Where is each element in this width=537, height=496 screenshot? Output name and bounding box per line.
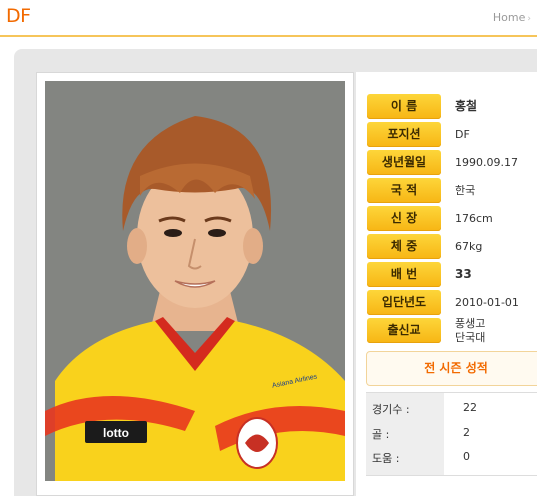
stat-value-games: 22 bbox=[463, 401, 477, 414]
title-divider bbox=[0, 35, 537, 37]
info-label: 생년월일 bbox=[367, 150, 441, 175]
info-value: 홍철 bbox=[455, 99, 478, 113]
info-value: 한국 bbox=[455, 184, 476, 197]
page-title: DF bbox=[6, 5, 31, 27]
info-label: 포지션 bbox=[367, 122, 441, 147]
info-label: 체 중 bbox=[367, 234, 441, 259]
player-photo: lotto Asiana Airlines bbox=[45, 81, 345, 481]
stat-label-games: 경기수 : bbox=[372, 403, 410, 416]
info-row-birthdate: 생년월일 1990.09.17 bbox=[367, 150, 537, 175]
stat-label-goals: 골 : bbox=[372, 428, 390, 441]
info-value: DF bbox=[455, 128, 470, 141]
info-label: 입단년도 bbox=[367, 290, 441, 315]
chevron-right-icon: › bbox=[527, 14, 531, 24]
info-row-position: 포지션 DF bbox=[367, 122, 537, 147]
info-row-height: 신 장 176cm bbox=[367, 206, 537, 231]
info-label: 출신교 bbox=[367, 318, 441, 343]
info-row-nationality: 국 적 한국 bbox=[367, 178, 537, 203]
info-row-name: 이 름 홍철 bbox=[367, 94, 537, 119]
school-line-1: 풍생고 bbox=[455, 317, 486, 330]
school-line-2: 단국대 bbox=[455, 331, 486, 344]
info-label: 국 적 bbox=[367, 178, 441, 203]
info-label: 배 번 bbox=[367, 262, 441, 287]
stat-value-assists: 0 bbox=[463, 450, 470, 463]
info-value: 2010-01-01 bbox=[455, 296, 519, 309]
info-value: 67kg bbox=[455, 240, 483, 253]
stat-value-goals: 2 bbox=[463, 426, 470, 439]
season-stats: 경기수 : 22 골 : 2 도움 : 0 bbox=[366, 392, 537, 476]
info-label: 이 름 bbox=[367, 94, 441, 119]
breadcrumb-home[interactable]: Home bbox=[493, 11, 525, 24]
info-row-joined: 입단년도 2010-01-01 bbox=[367, 290, 537, 315]
info-row-school: 출신교 풍생고 단국대 bbox=[367, 317, 537, 345]
breadcrumb[interactable]: Home › bbox=[493, 11, 531, 24]
info-value: 176cm bbox=[455, 212, 493, 225]
info-value: 풍생고 단국대 bbox=[455, 317, 485, 345]
info-value: 1990.09.17 bbox=[455, 156, 518, 169]
info-value: 33 bbox=[455, 267, 472, 281]
info-row-weight: 체 중 67kg bbox=[367, 234, 537, 259]
info-label: 신 장 bbox=[367, 206, 441, 231]
jersey-brand-text: lotto bbox=[103, 426, 129, 440]
previous-season-button[interactable]: 전 시즌 성적 bbox=[366, 351, 537, 386]
info-row-number: 배 번 33 bbox=[367, 262, 537, 287]
stat-label-assists: 도움 : bbox=[372, 452, 400, 465]
